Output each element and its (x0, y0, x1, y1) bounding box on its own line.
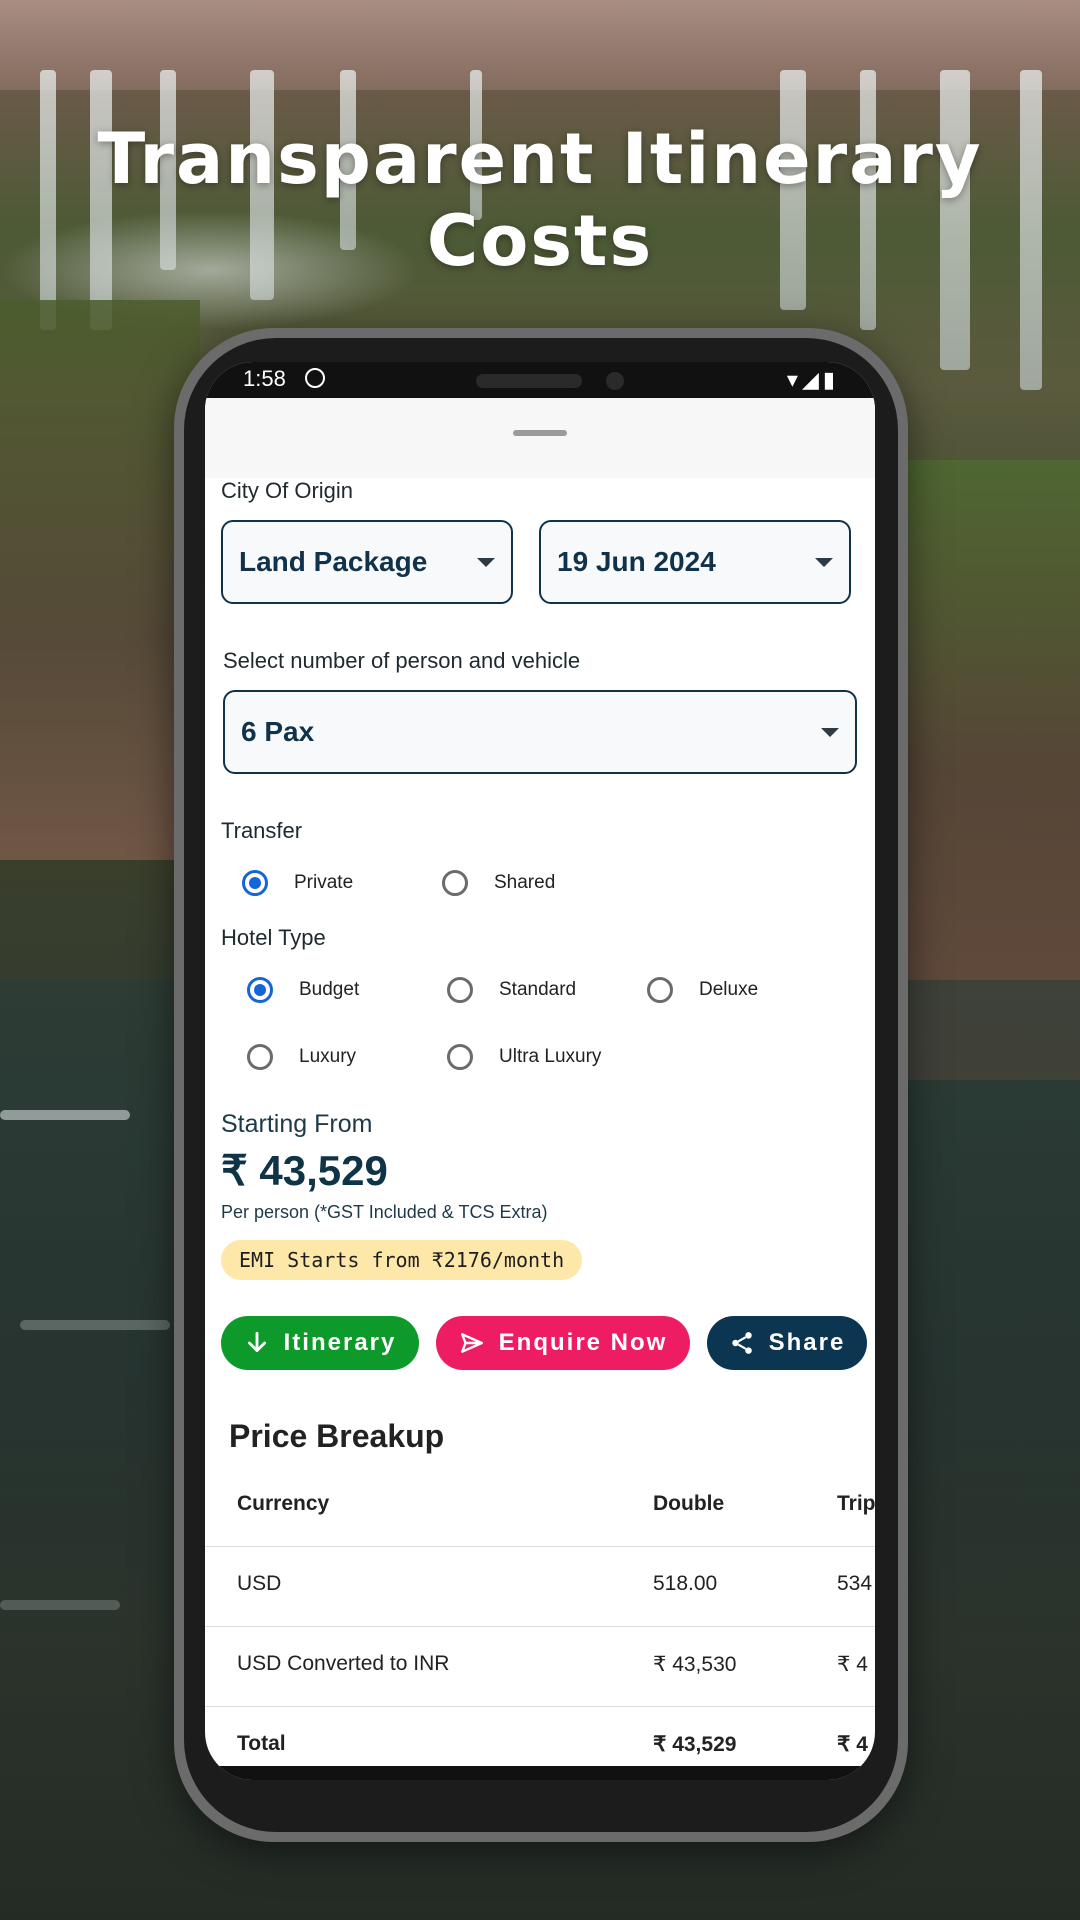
radio-unselected-icon (647, 977, 673, 1003)
radio-label: Luxury (299, 1046, 357, 1067)
transfer-radio-shared[interactable]: Shared (442, 870, 555, 896)
camera-icon (606, 372, 624, 390)
share-button[interactable]: Share (707, 1316, 867, 1370)
radio-label: Deluxe (699, 979, 759, 1000)
itinerary-label: Itinerary (283, 1329, 397, 1356)
status-time: 1:58 (243, 366, 286, 391)
header-currency: Currency (237, 1492, 330, 1515)
gesture-nav-bar (205, 1766, 875, 1780)
radio-unselected-icon (447, 1044, 473, 1070)
enquire-now-button[interactable]: Enquire Now (436, 1316, 690, 1370)
itinerary-button[interactable]: Itinerary (221, 1316, 419, 1370)
enquire-label: Enquire Now (498, 1329, 668, 1356)
header-double: Double (653, 1492, 725, 1515)
sheet-header (205, 398, 875, 478)
pax-select[interactable]: 6 Pax (223, 690, 857, 774)
transfer-radio-private[interactable]: Private (242, 870, 353, 896)
city-of-origin-label: City Of Origin (221, 478, 354, 503)
cell-double: 518.00 (653, 1572, 718, 1595)
package-value: Land Package (239, 546, 428, 577)
hotel-radio-standard[interactable]: Standard (447, 977, 576, 1003)
phone-screen: 1:58 ▾◢▮ City Of Origin Land Package 19 … (205, 362, 875, 1780)
hotel-radio-ultra-luxury[interactable]: Ultra Luxury (447, 1044, 601, 1070)
signal-battery-icons: ▾◢▮ (786, 367, 839, 392)
arrow-down-icon (247, 1331, 266, 1352)
price-value: ₹ 43,529 (221, 1147, 388, 1194)
radio-label: Standard (499, 979, 577, 1000)
pax-value: 6 Pax (241, 716, 315, 747)
cell-currency: USD Converted to INR (237, 1652, 450, 1675)
send-icon (460, 1333, 483, 1353)
cell-double: ₹ 43,530 (653, 1653, 737, 1676)
table-row: USD 518.00 534 (205, 1546, 875, 1627)
share-icon (731, 1332, 752, 1354)
hotel-radio-budget[interactable]: Budget (247, 977, 359, 1003)
radio-unselected-icon (447, 977, 473, 1003)
emi-badge: EMI Starts from ₹2176/month (221, 1240, 583, 1280)
radio-label: Private (294, 872, 354, 893)
table-row: USD Converted to INR ₹ 43,530 ₹ 4 (205, 1626, 875, 1707)
price-breakup-title: Price Breakup (229, 1418, 445, 1454)
date-value: 19 Jun 2024 (557, 546, 716, 577)
headline: Transparent Itinerary Costs (97, 118, 983, 282)
share-label: Share (768, 1329, 846, 1356)
drag-handle[interactable] (513, 430, 567, 436)
radio-label: Ultra Luxury (499, 1046, 602, 1067)
notification-icon (305, 368, 325, 388)
date-select[interactable]: 19 Jun 2024 (539, 520, 851, 604)
radio-label: Budget (299, 979, 360, 1000)
radio-unselected-icon (442, 870, 468, 896)
hotel-type-label: Hotel Type (221, 925, 326, 950)
hotel-radio-deluxe[interactable]: Deluxe (647, 977, 758, 1003)
radio-selected-icon (242, 870, 268, 896)
cell-currency: Total (237, 1732, 286, 1755)
price-note: Per person (*GST Included & TCS Extra) (221, 1202, 548, 1222)
cell-triple: 534 (837, 1572, 873, 1595)
cell-currency: USD (237, 1572, 282, 1595)
table-header-row: Currency Double Trip (205, 1464, 875, 1547)
pax-label: Select number of person and vehicle (223, 648, 581, 673)
cell-triple: ₹ 4 (837, 1733, 868, 1756)
header-triple: Trip (837, 1492, 875, 1515)
emi-text: EMI Starts from ₹2176/month (239, 1248, 565, 1272)
chevron-down-icon (815, 558, 833, 567)
radio-unselected-icon (247, 1044, 273, 1070)
chevron-down-icon (821, 728, 839, 737)
starting-from-label: Starting From (221, 1110, 373, 1138)
radio-selected-icon (247, 977, 273, 1003)
package-select[interactable]: Land Package (221, 520, 513, 604)
transfer-label: Transfer (221, 818, 303, 843)
cell-triple: ₹ 4 (837, 1653, 868, 1676)
chevron-down-icon (477, 558, 495, 567)
cell-double: ₹ 43,529 (653, 1733, 737, 1756)
hotel-radio-luxury[interactable]: Luxury (247, 1044, 356, 1070)
radio-label: Shared (494, 872, 556, 893)
